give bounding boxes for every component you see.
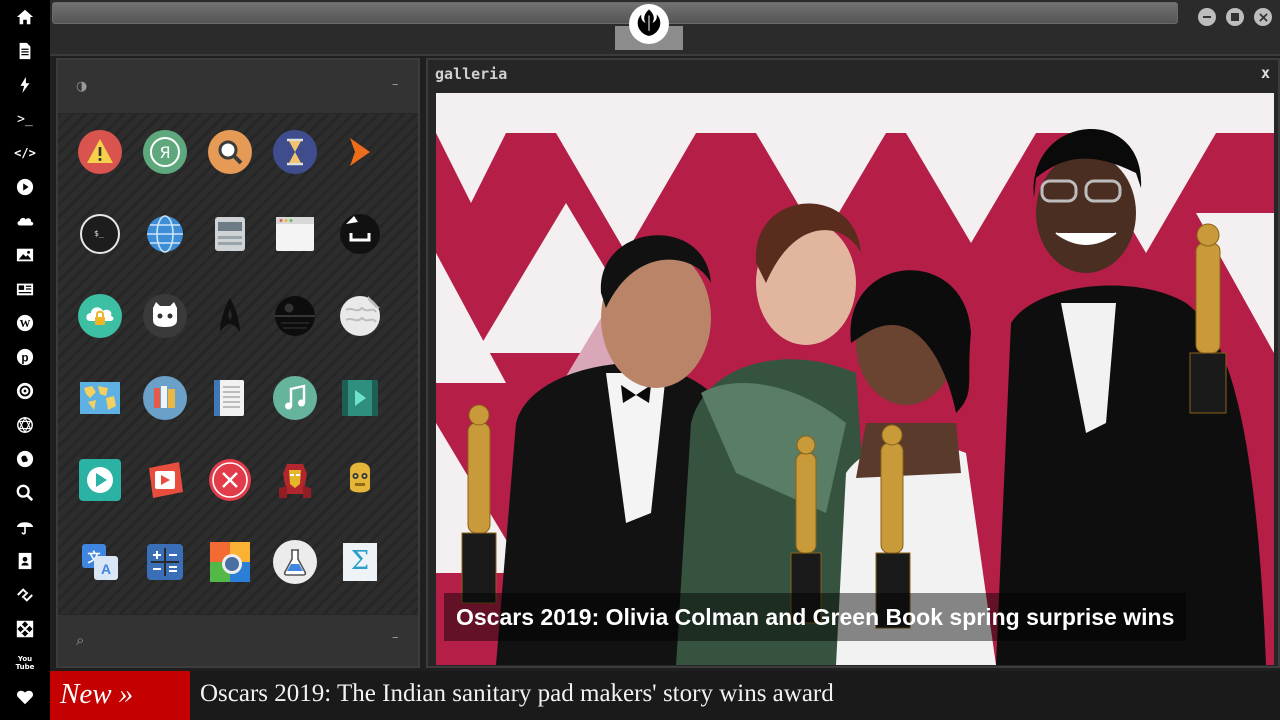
scanner-app-icon[interactable] [208,212,252,256]
window-app-icon[interactable] [273,212,317,256]
music-app-icon[interactable] [273,376,317,420]
rebel-alliance-icon [629,4,669,44]
terminal-dark-app-icon[interactable] [338,212,382,256]
gallery-title: galleria [435,65,508,83]
maximize-icon[interactable] [1226,8,1244,26]
ticker-headline[interactable]: Oscars 2019: The Indian sanitary pad mak… [200,671,834,717]
star-trek-app-icon[interactable] [208,294,252,338]
logo-tab[interactable] [615,0,683,50]
photo-app-icon[interactable] [208,540,252,584]
new-badge[interactable]: New » [50,671,190,720]
play-app-icon[interactable] [78,458,122,502]
hourglass-app-icon[interactable] [273,130,317,174]
yandex-app-icon[interactable]: Я [143,130,187,174]
app-grid: Я $_ 文 A Σ [58,114,418,614]
lab-app-icon[interactable] [273,540,317,584]
translate-app-icon[interactable]: 文A [78,540,122,584]
sigma-app-icon[interactable]: Σ [338,540,382,584]
play-icon[interactable] [12,174,38,200]
news-icon[interactable] [12,276,38,302]
youtube-icon[interactable]: You Tube [14,650,36,676]
image-icon[interactable] [12,242,38,268]
gallery-close-button[interactable]: x [1261,64,1270,82]
close-icon[interactable] [1254,8,1272,26]
calculator-app-icon[interactable] [143,540,187,584]
svg-text:Σ: Σ [351,546,369,576]
svg-text:p: p [21,352,28,365]
launcher-footer: ⌕ – [58,614,418,666]
app-launcher-panel: ◑ – Я $_ 文 A Σ ⌕ – [56,58,420,668]
svg-text:A: A [101,561,111,577]
left-dock: >_ </> W p You Tube [0,0,50,720]
location-icon[interactable] [12,446,38,472]
warning-app-icon[interactable] [78,130,122,174]
settings-icon[interactable] [12,378,38,404]
heart-icon[interactable] [12,684,38,710]
search-icon[interactable] [12,480,38,506]
cancel-app-icon[interactable] [208,458,252,502]
contacts-icon[interactable] [12,548,38,574]
collapse-icon[interactable]: – [392,77,399,92]
world-map-app-icon[interactable] [78,376,122,420]
notes-app-icon[interactable] [208,376,252,420]
books-app-icon[interactable] [143,376,187,420]
launcher-header: ◑ – [58,60,418,114]
document-icon[interactable] [12,38,38,64]
lightning-icon[interactable] [12,72,38,98]
news-ticker: New » Oscars 2019: The Indian sanitary p… [50,671,1280,720]
arrow-app-icon[interactable] [338,130,382,174]
wikipedia-app-icon[interactable] [338,294,382,338]
video-app-icon[interactable] [338,376,382,420]
theme-toggle-icon[interactable]: ◑ [76,79,87,94]
svg-text:W: W [20,318,31,330]
oscars-photo-illustration [436,93,1274,665]
terminal-app-icon[interactable]: $_ [78,212,122,256]
link-icon[interactable] [12,582,38,608]
terminal-icon[interactable]: >_ [12,106,38,132]
iron-man-app-icon[interactable] [273,458,317,502]
death-star-app-icon[interactable] [273,294,317,338]
home-icon[interactable] [12,4,38,30]
pinterest-icon[interactable]: p [12,344,38,370]
umbrella-icon[interactable] [12,514,38,540]
wordpress-icon[interactable]: W [12,310,38,336]
cloud-lock-app-icon[interactable] [78,294,122,338]
github-app-icon[interactable] [143,294,187,338]
search-app-icon[interactable] [208,130,252,174]
c3po-app-icon[interactable] [338,458,382,502]
svg-text:Я: Я [159,143,170,162]
svg-text:$_: $_ [94,229,104,238]
globe-icon[interactable] [12,412,38,438]
gallery-panel: galleria x Oscars 2019: Olivia Colman an… [426,58,1280,668]
gallery-photo[interactable]: Oscars 2019: Olivia Colman and Green Boo… [436,93,1274,665]
launcher-search-icon[interactable]: ⌕ [76,631,84,649]
window-titlebar [50,0,1280,56]
cloud-icon[interactable] [12,208,38,234]
globe-app-icon[interactable] [143,212,187,256]
gallery-caption: Oscars 2019: Olivia Colman and Green Boo… [444,593,1187,641]
expand-icon[interactable] [12,616,38,642]
footer-collapse-icon[interactable]: – [392,630,399,645]
code-icon[interactable]: </> [12,140,38,166]
video-red-app-icon[interactable] [143,458,187,502]
minimize-icon[interactable] [1198,8,1216,26]
